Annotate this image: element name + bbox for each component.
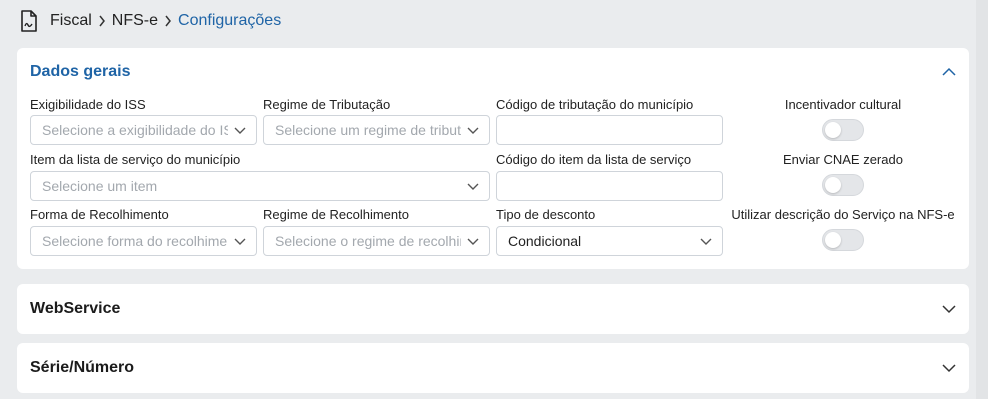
chevron-down-icon <box>234 235 246 247</box>
chevron-down-icon <box>467 235 479 247</box>
tipo-desconto-value: Condicional <box>508 233 582 249</box>
chevron-down-icon <box>234 124 246 136</box>
toggle-knob <box>825 122 841 138</box>
webservice-header[interactable]: WebService <box>30 284 956 334</box>
tipo-desconto-select[interactable]: Condicional <box>496 226 723 256</box>
document-icon <box>20 10 40 32</box>
incentivador-label: Incentivador cultural <box>784 97 902 112</box>
chevron-down-icon <box>467 180 479 192</box>
item-lista-select[interactable]: Selecione um item <box>30 171 490 201</box>
incentivador-toggle[interactable] <box>822 119 864 141</box>
item-lista-placeholder: Selecione um item <box>42 178 158 194</box>
descricao-servico-toggle[interactable] <box>822 229 864 251</box>
breadcrumb-item-configuracoes: Configurações <box>178 12 282 29</box>
breadcrumb-item-fiscal[interactable]: Fiscal <box>50 12 92 30</box>
forma-recolhimento-label: Forma de Recolhimento <box>30 207 169 222</box>
breadcrumb-item-nfse[interactable]: NFS-e <box>112 12 158 30</box>
codigo-tributacao-label: Código de tributação do município <box>496 97 694 112</box>
toggle-knob <box>825 232 841 248</box>
cnae-zerado-toggle[interactable] <box>822 174 864 196</box>
chevron-down-icon[interactable] <box>942 361 956 375</box>
chevron-right-icon <box>164 15 172 27</box>
item-lista-label: Item da lista de serviço do município <box>30 152 241 167</box>
serie-numero-header[interactable]: Série/Número <box>30 343 956 393</box>
regime-tributacao-select[interactable]: Selecione um regime de tributação <box>263 115 490 145</box>
webservice-panel: WebService <box>17 284 969 334</box>
panel-title: Dados gerais <box>30 63 131 80</box>
regime-recolhimento-select[interactable]: Selecione o regime de recolhimento <box>263 226 490 256</box>
general-data-header[interactable]: Dados gerais <box>30 48 956 96</box>
codigo-tributacao-input[interactable] <box>496 115 723 145</box>
chevron-right-icon <box>98 15 106 27</box>
descricao-servico-label: Utilizar descrição do Serviço na NFS-e <box>731 207 955 222</box>
exigibilidade-label: Exigibilidade do ISS <box>30 97 146 112</box>
tipo-desconto-label: Tipo de desconto <box>496 207 596 222</box>
forma-recolhimento-select[interactable]: Selecione forma do recolhimento <box>30 226 257 256</box>
serie-numero-panel: Série/Número <box>17 343 969 393</box>
regime-tributacao-placeholder: Selecione um regime de tributação <box>275 122 461 138</box>
codigo-item-input[interactable] <box>496 171 723 201</box>
forma-recolhimento-placeholder: Selecione forma do recolhimento <box>42 233 228 249</box>
page-scrollbar[interactable] <box>976 0 988 399</box>
toggle-knob <box>825 177 841 193</box>
chevron-down-icon <box>700 235 712 247</box>
chevron-up-icon[interactable] <box>942 65 956 79</box>
codigo-item-label: Código do item da lista de serviço <box>496 152 692 167</box>
panel-title: Série/Número <box>30 359 135 376</box>
exigibilidade-placeholder: Selecione a exigibilidade do ISS <box>42 122 228 138</box>
general-data-panel: Dados gerais Exigibilidade do ISS Seleci… <box>17 48 969 269</box>
regime-tributacao-label: Regime de Tributação <box>263 97 391 112</box>
panel-title: WebService <box>30 300 121 317</box>
cnae-zerado-label: Enviar CNAE zerado <box>783 152 903 167</box>
chevron-down-icon[interactable] <box>942 302 956 316</box>
exigibilidade-select[interactable]: Selecione a exigibilidade do ISS <box>30 115 257 145</box>
breadcrumb: Fiscal NFS-e Configurações <box>20 10 281 32</box>
regime-recolhimento-placeholder: Selecione o regime de recolhimento <box>275 233 461 249</box>
chevron-down-icon <box>467 124 479 136</box>
regime-recolhimento-label: Regime de Recolhimento <box>263 207 409 222</box>
